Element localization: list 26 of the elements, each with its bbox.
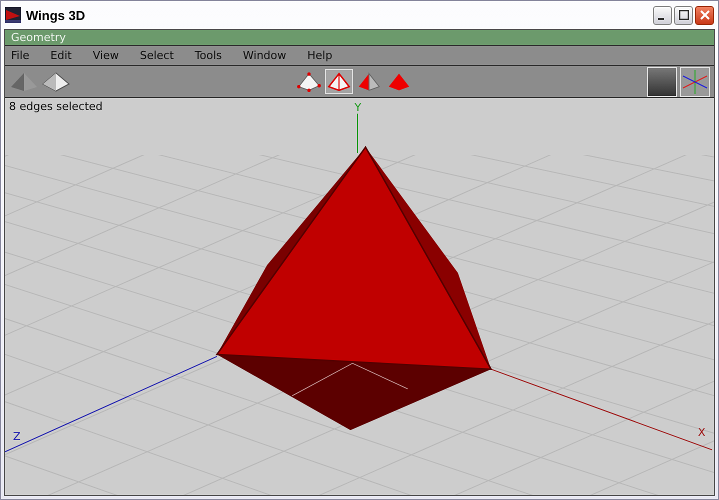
menu-item[interactable]: Select — [140, 49, 174, 62]
axes-button[interactable] — [680, 66, 710, 96]
status-text: 8 edges selected — [9, 100, 103, 113]
maximize-icon — [678, 10, 688, 20]
axis-label: X — [698, 426, 706, 439]
menu-item[interactable]: View — [92, 49, 119, 62]
menu-item[interactable]: Help — [307, 49, 332, 62]
menu-item[interactable]: Tools — [194, 49, 222, 62]
ground-grid-button[interactable] — [647, 66, 677, 96]
close-button[interactable] — [695, 6, 714, 24]
selection-mode-button[interactable] — [325, 69, 353, 94]
minimize-icon — [658, 18, 664, 20]
menu-item[interactable]: Edit — [50, 49, 72, 62]
flat-pyramid-icon[interactable] — [41, 70, 71, 92]
window-title: Wings 3D — [26, 8, 86, 22]
menu-item[interactable]: Window — [242, 49, 286, 62]
maximize-button[interactable] — [674, 6, 693, 24]
app-logo-icon — [5, 7, 21, 23]
axis-line — [357, 113, 358, 154]
minimize-button[interactable] — [653, 6, 672, 24]
3d-viewport[interactable]: Y Z X 8 edges selected — [5, 98, 714, 495]
close-icon — [700, 10, 710, 20]
menu-item[interactable]: File — [11, 49, 30, 62]
axis-label: Y — [354, 100, 362, 114]
panel-title: Geometry — [11, 31, 66, 44]
axis-label: Z — [13, 430, 21, 443]
